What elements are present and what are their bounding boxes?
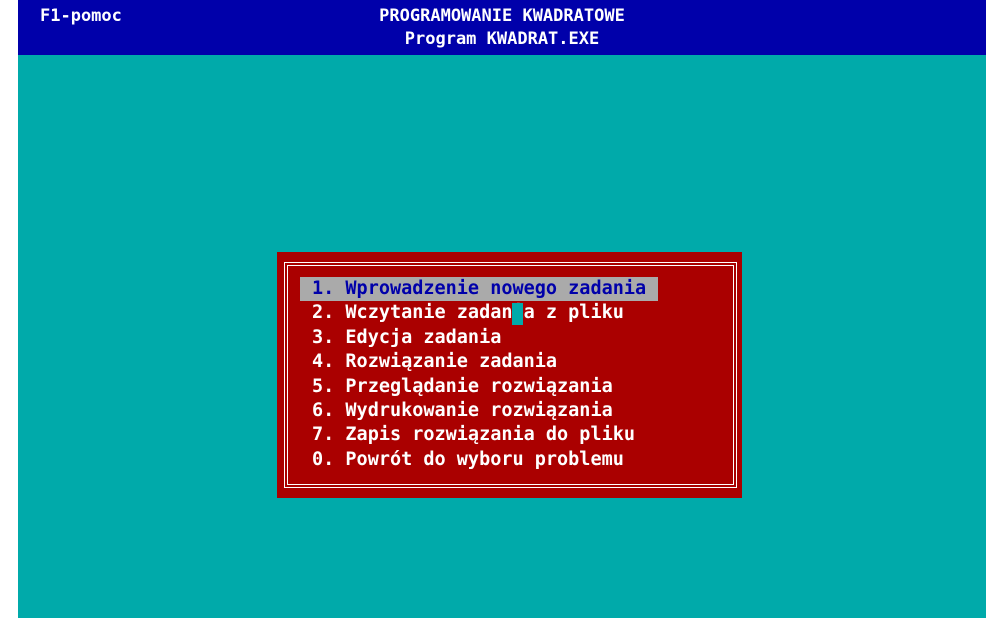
title-bar: F1-pomoc PROGRAMOWANIE KWADRATOWE Progra… [18, 0, 986, 55]
menu-item-new-task[interactable]: 1. Wprowadzenie nowego zadania [300, 277, 659, 302]
menu-item-return[interactable]: 0. Powrót do wyboru problemu [300, 448, 658, 472]
menu-item-view-solution[interactable]: 5. Przeglądanie rozwiązania [300, 375, 658, 399]
main-menu-list: 1. Wprowadzenie nowego zadania 2. Wczyta… [300, 277, 659, 472]
menu-item-edit-task[interactable]: 3. Edycja zadania [300, 326, 658, 350]
text-cursor-block [512, 303, 523, 325]
program-subtitle: Program KWADRAT.EXE [404, 29, 600, 49]
menu-item-save-solution[interactable]: 7. Zapis rozwiązania do pliku [300, 423, 658, 447]
program-title: PROGRAMOWANIE KWADRATOWE [379, 6, 625, 26]
menu-item-print-solution[interactable]: 6. Wydrukowanie rozwiązania [300, 399, 658, 423]
main-menu-box: 1. Wprowadzenie nowego zadania 2. Wczyta… [277, 252, 742, 498]
menu-item-load-task[interactable]: 2. Wczytanie zadania z pliku [300, 301, 658, 325]
dos-screen: F1-pomoc PROGRAMOWANIE KWADRATOWE Progra… [18, 0, 986, 618]
menu-item-solve-task[interactable]: 4. Rozwiązanie zadania [300, 350, 658, 374]
